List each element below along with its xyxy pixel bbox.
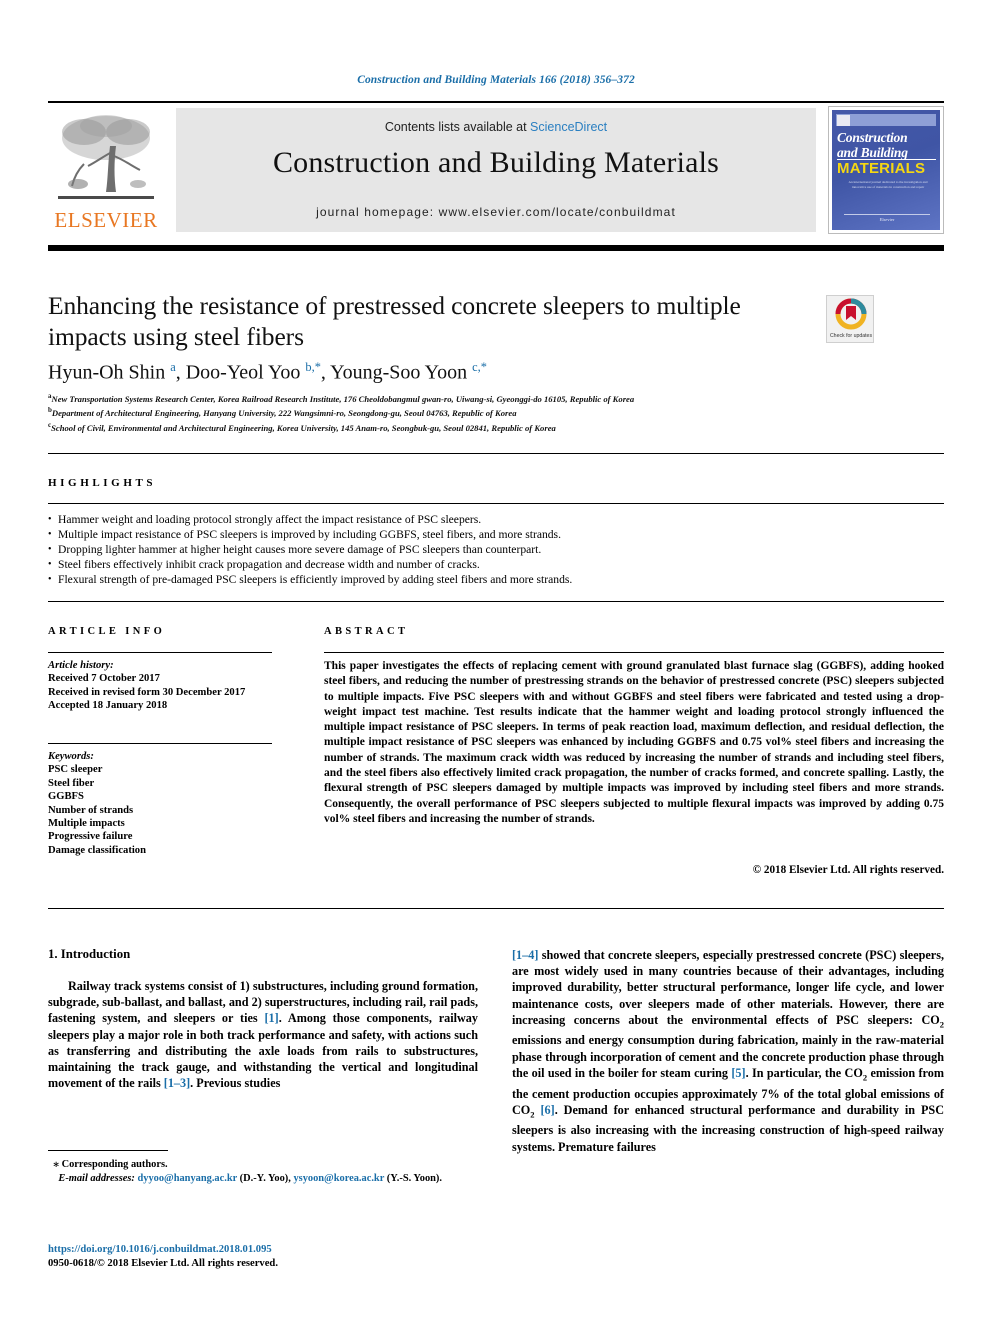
cover-line-1: Construction [837, 130, 908, 145]
cover-top-bar [836, 114, 936, 126]
highlights-top-rule [48, 453, 944, 455]
sciencedirect-link[interactable]: ScienceDirect [530, 120, 607, 134]
doi-link[interactable]: https://doi.org/10.1016/j.conbuildmat.20… [48, 1243, 478, 1257]
elsevier-logo: ELSEVIER [48, 108, 164, 234]
keyword-item: PSC sleeper [48, 764, 103, 776]
crossmark-icon [835, 298, 867, 330]
article-history-label: Article history: [48, 660, 114, 671]
corresponding-note-text: Corresponding authors. [61, 1159, 168, 1170]
email-name-1: (D.-Y. Yoo), [239, 1172, 291, 1184]
history-item: Accepted 18 January 2018 [48, 700, 168, 712]
section-divider-bar [48, 245, 944, 251]
issn-copyright-line: 0950-0618/© 2018 Elsevier Ltd. All right… [48, 1258, 278, 1269]
list-item: Steel fibers effectively inhibit crack p… [48, 557, 944, 572]
keywords-rule [48, 743, 272, 745]
copyright-line: © 2018 Elsevier Ltd. All rights reserved… [752, 864, 944, 876]
elsevier-tree-icon [58, 115, 154, 199]
running-head: Construction and Building Materials 166 … [357, 74, 635, 86]
email-line: E-mail addresses: dyyoo@hanyang.ac.kr (D… [48, 1172, 478, 1186]
cover-footer-text: Elsevier [879, 217, 895, 222]
footnote-block: ⁎ Corresponding authors. E-mail addresse… [48, 1158, 478, 1185]
page-title: Enhancing the resistance of prestressed … [48, 291, 741, 351]
affiliation-item: aNew Transportation Systems Research Cen… [48, 391, 848, 405]
journal-banner: Contents lists available at ScienceDirec… [176, 108, 816, 232]
email-name-2: (Y.-S. Yoon). [386, 1172, 442, 1184]
email-link-2[interactable]: ysyoon@korea.ac.kr [293, 1173, 384, 1184]
cover-footer-rule [844, 214, 930, 215]
highlights-heading: HIGHLIGHTS [48, 477, 157, 489]
abstract-text: This paper investigates the effects of r… [324, 660, 944, 825]
journal-title: Construction and Building Materials [272, 146, 720, 179]
keyword-item: Steel fiber [48, 777, 95, 789]
abstract-rule [324, 652, 944, 654]
highlights-list: Hammer weight and loading protocol stron… [48, 511, 944, 587]
cover-art: Construction and Building MATERIALS An i… [832, 110, 940, 230]
corresponding-authors-note: ⁎ Corresponding authors. [48, 1158, 478, 1172]
abstract-heading: ABSTRACT [324, 626, 409, 637]
journal-masthead: ELSEVIER Contents lists available at Sci… [48, 106, 944, 234]
info-top-rule [48, 601, 944, 603]
cover-blurb: An international journal dedicated to th… [848, 180, 928, 189]
header-rule [48, 101, 944, 103]
keyword-item: Damage classification [48, 844, 146, 856]
journal-cover-thumbnail: Construction and Building MATERIALS An i… [828, 106, 944, 234]
abstract-bottom-rule [48, 908, 944, 910]
crossmark-badge[interactable]: Check for updates [826, 295, 874, 343]
highlights-bottom-rule [48, 503, 944, 505]
elsevier-wordmark: ELSEVIER [54, 208, 158, 232]
asterisk-icon: ⁎ [53, 1158, 59, 1170]
list-item: Dropping lighter hammer at higher height… [48, 542, 944, 557]
keyword-item: Progressive failure [48, 831, 133, 843]
affiliation-text: New Transportation Systems Research Cent… [51, 393, 635, 404]
keyword-item: GGBFS [48, 791, 84, 803]
contents-prefix: Contents lists available at [384, 120, 531, 134]
history-item: Received 7 October 2017 [48, 673, 160, 685]
affiliation-item: cSchool of Civil, Environmental and Arch… [48, 420, 848, 434]
affiliation-text: Department of Architectural Engineering,… [51, 408, 517, 419]
cover-line-3: MATERIALS [837, 160, 926, 177]
history-item: Received in revised form 30 December 201… [48, 686, 246, 698]
keywords-label: Keywords: [48, 751, 94, 762]
affiliation-item: bDepartment of Architectural Engineering… [48, 405, 848, 419]
author-list: Hyun-Oh Shin a, Doo-Yeol Yoo b,*, Young-… [48, 360, 487, 384]
journal-homepage[interactable]: journal homepage: www.elsevier.com/locat… [176, 205, 816, 219]
email-label: E-mail addresses: [58, 1172, 135, 1184]
cover-elsevier-mark [837, 115, 850, 126]
section-heading-introduction: 1. Introduction [48, 947, 131, 961]
keywords-block: Keywords: PSC sleeper Steel fiber GGBFS … [48, 750, 298, 857]
keyword-item: Multiple impacts [48, 818, 125, 830]
contents-lists-line: Contents lists available at ScienceDirec… [176, 120, 816, 134]
keyword-item: Number of strands [48, 804, 134, 816]
article-info-rule [48, 652, 272, 654]
crossmark-label: Check for updates [829, 333, 873, 339]
article-history: Article history: Received 7 October 2017… [48, 659, 298, 713]
body-column-right: [1–4] showed that concrete sleepers, esp… [512, 948, 945, 1154]
list-item: Hammer weight and loading protocol stron… [48, 511, 944, 527]
list-item: Multiple impact resistance of PSC sleepe… [48, 527, 944, 542]
affiliation-list: aNew Transportation Systems Research Cen… [48, 391, 848, 434]
email-link-1[interactable]: dyyoo@hanyang.ac.kr [137, 1173, 237, 1184]
article-page: Construction and Building Materials 166 … [0, 0, 992, 1323]
body-column-left: Railway track systems consist of 1) subs… [48, 979, 478, 1091]
footnote-rule [48, 1150, 168, 1152]
affiliation-text: School of Civil, Environmental and Archi… [51, 422, 556, 433]
list-item: Flexural strength of pre-damaged PSC sle… [48, 572, 944, 587]
article-info-heading: ARTICLE INFO [48, 626, 166, 637]
